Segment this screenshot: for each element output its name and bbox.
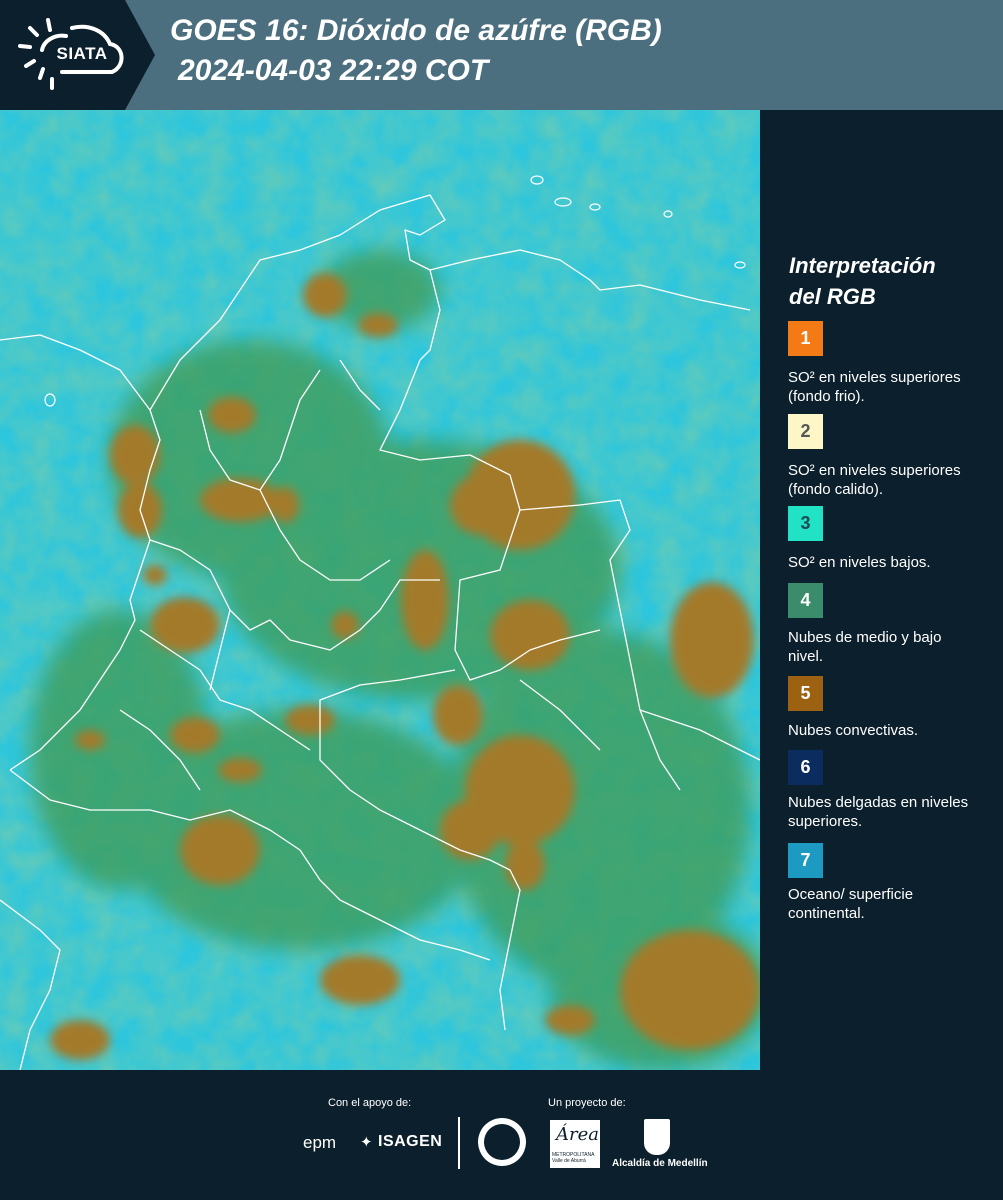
map-title: GOES 16: Dióxido de azúfre (RGB) [170, 14, 662, 47]
isagen-icon: ✦ [360, 1134, 373, 1151]
legend-label-1: SO² en niveles superiores (fondo frio). [788, 369, 961, 405]
legend-swatch-5: 5 [788, 676, 823, 711]
logo-text: SIATA [56, 44, 108, 63]
legend-label-5: Nubes convectivas. [788, 722, 919, 739]
area-logo-subtext: METROPOLITANA Valle de Aburrá [552, 1152, 595, 1164]
medellin-seal-icon [478, 1118, 526, 1166]
header-bar: SIATA GOES 16: Dióxido de azúfre (RGB) 2… [0, 0, 1003, 110]
legend-label-2: SO² en niveles superiores (fondo calido)… [788, 462, 961, 498]
legend-title-line1: Interpretación [789, 253, 936, 278]
legend-swatch-3: 3 [788, 506, 823, 541]
legend-title-line2: del RGB [789, 284, 876, 309]
legend-swatch-1: 1 [788, 321, 823, 356]
footer-divider [458, 1117, 460, 1169]
alcaldia-label: Alcaldía de Medellín [612, 1158, 708, 1169]
map-timestamp: 2024-04-03 22:29 COT [178, 54, 489, 87]
legend-swatch-2: 2 [788, 414, 823, 449]
alcaldia-shield-icon [644, 1119, 670, 1155]
siata-logo: SIATA [0, 0, 155, 110]
legend-label-7: Oceano/ superficie continental. [788, 886, 914, 922]
area-metropolitana-logo: Área METROPOLITANA Valle de Aburrá [550, 1120, 600, 1168]
legend-swatch-6: 6 [788, 750, 823, 785]
legend-title: Interpretación del RGB [789, 250, 989, 312]
legend-label-3: SO² en niveles bajos. [788, 554, 931, 571]
legend-swatch-4: 4 [788, 583, 823, 618]
support-label: Con el apoyo de: [328, 1097, 412, 1109]
epm-logo: epm [303, 1133, 337, 1152]
project-label: Un proyecto de: [548, 1097, 626, 1109]
legend-label-4: Nubes de medio y bajo nivel. [788, 629, 942, 665]
satellite-map [0, 110, 760, 1070]
legend-swatch-7: 7 [788, 843, 823, 878]
isagen-logo: ISAGEN [378, 1133, 443, 1150]
area-logo-text: Área [556, 1124, 599, 1145]
legend-label-6: Nubes delgadas en niveles superiores. [788, 794, 969, 830]
